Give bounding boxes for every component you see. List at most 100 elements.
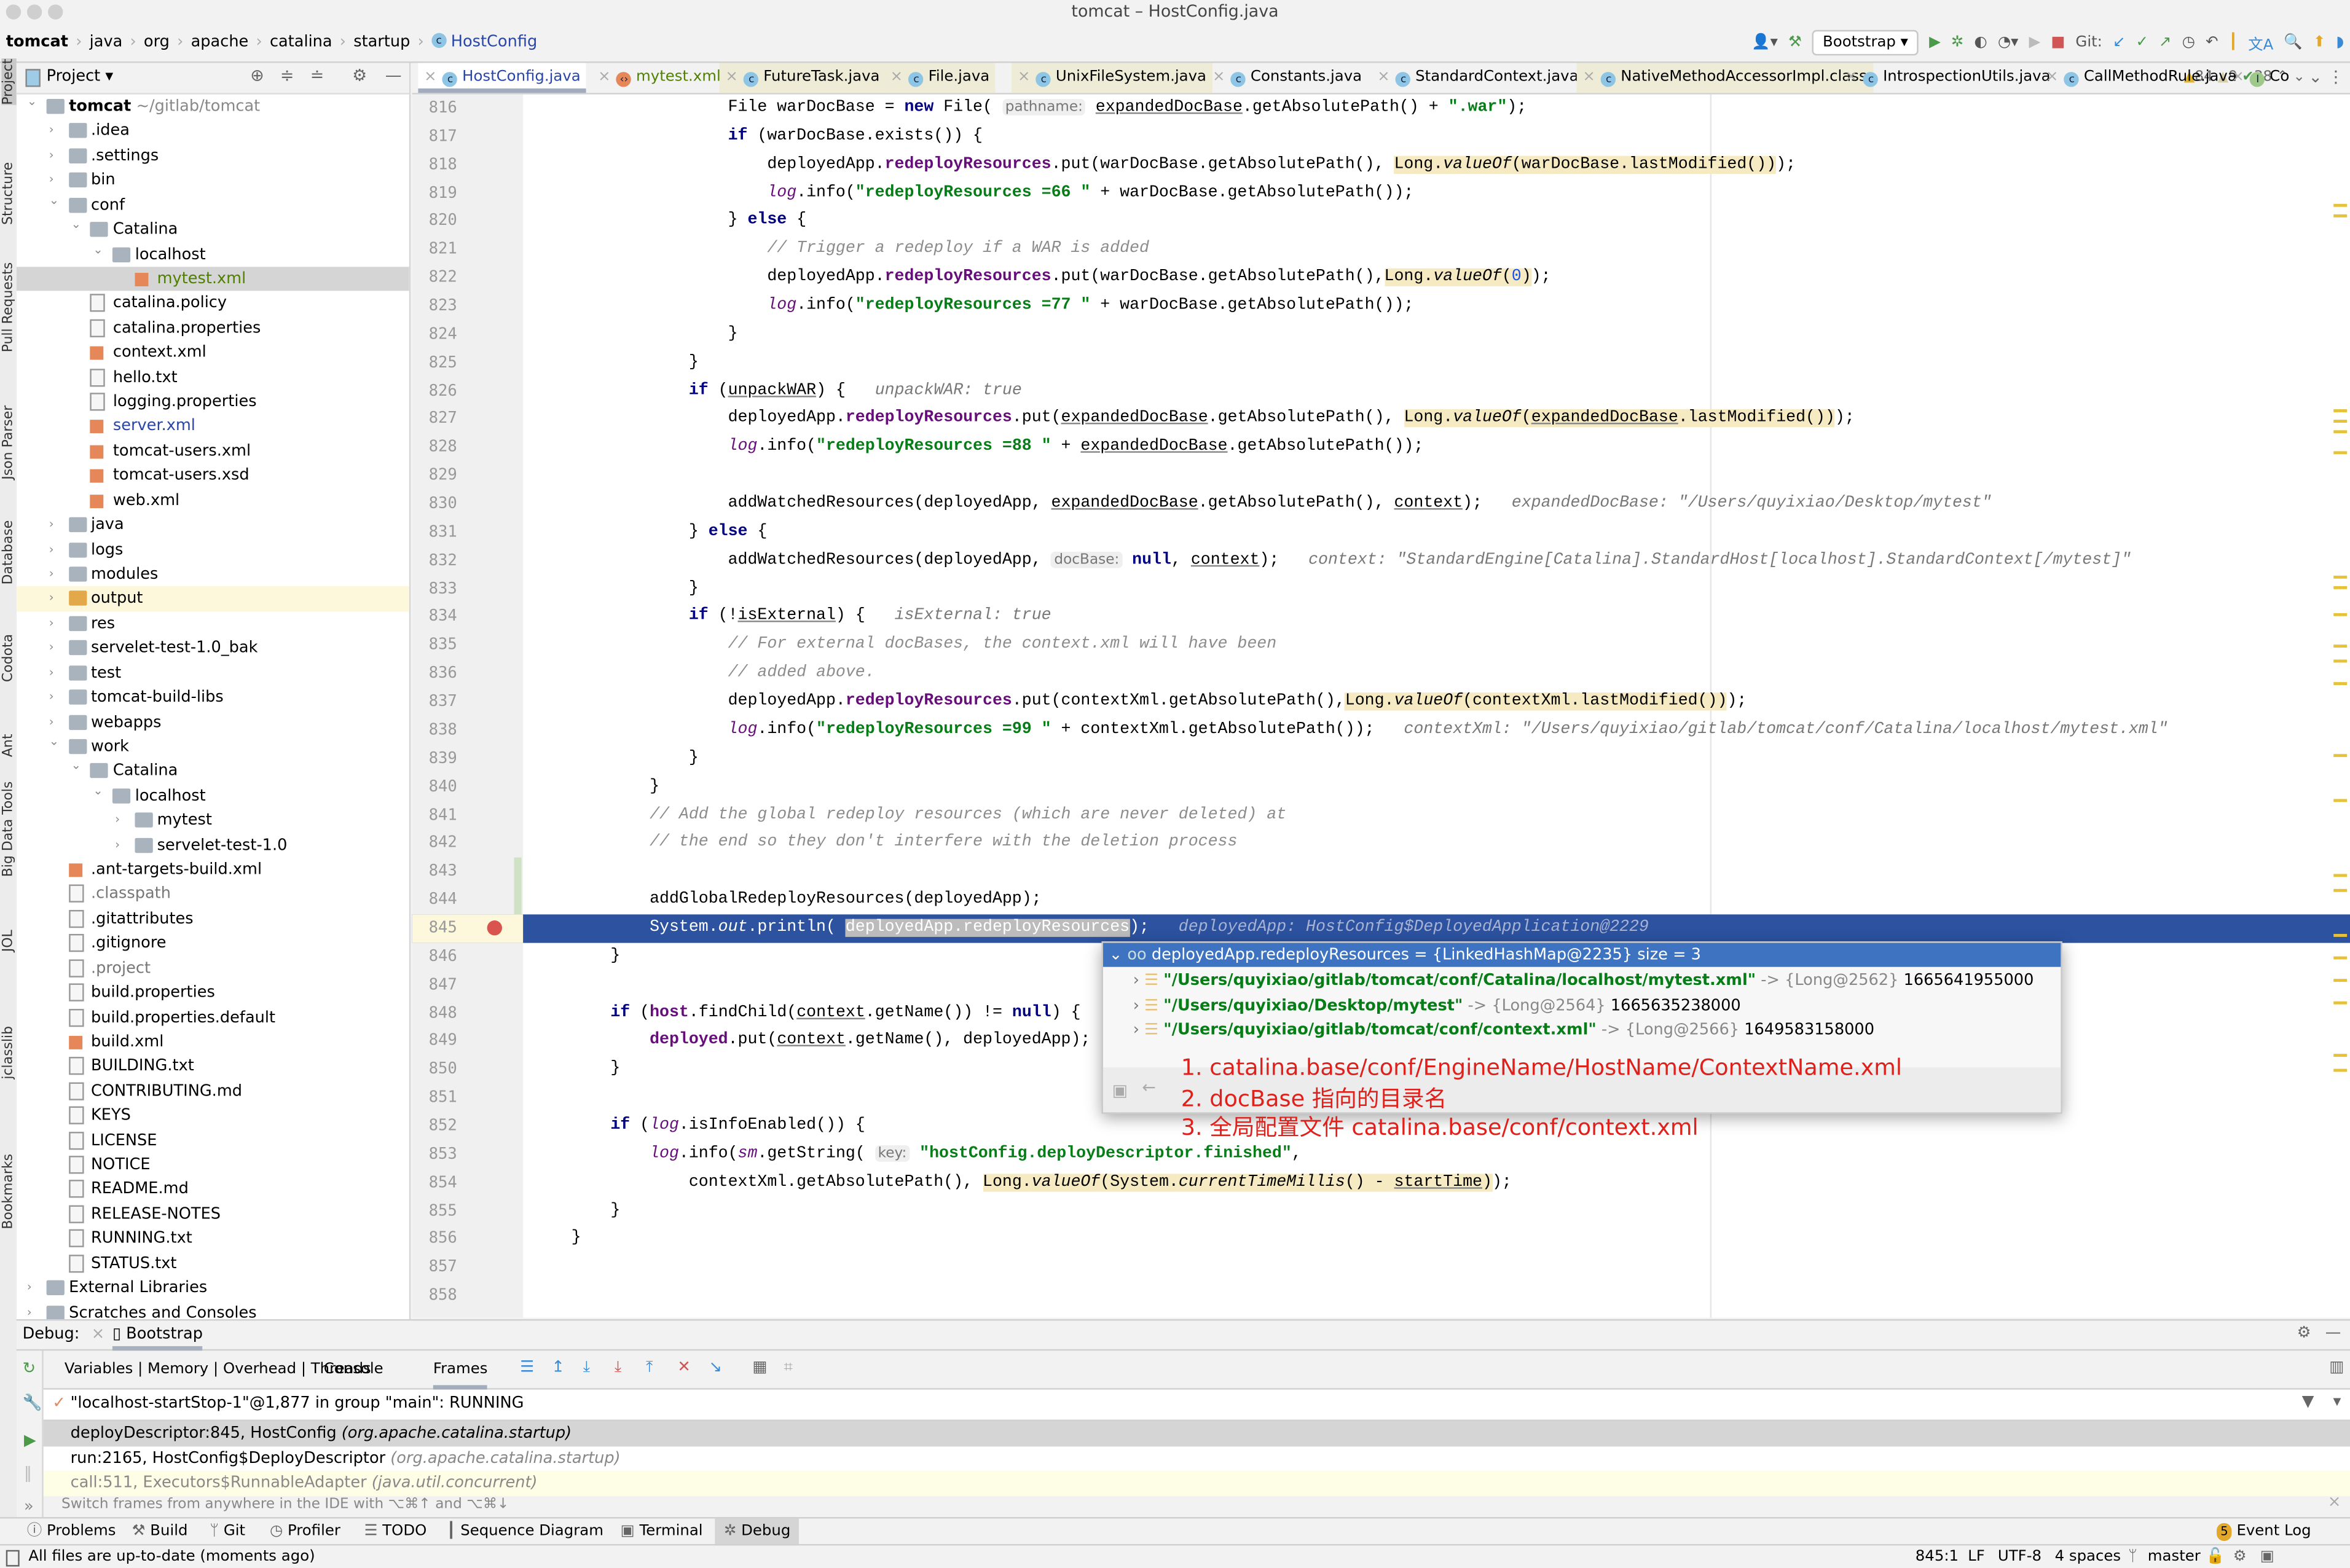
line-number[interactable]: 832 (412, 547, 457, 575)
pause-icon[interactable]: ‖ (24, 1465, 32, 1483)
editor-tab[interactable]: × c NativeMethodAccessorImpl.class (1576, 63, 1873, 93)
chevron-right-icon[interactable]: › (115, 808, 120, 833)
tree-item[interactable]: ⌄ tomcat ~/gitlab/tomcat (17, 95, 409, 119)
translate-icon[interactable]: 文A (2248, 31, 2273, 54)
chevron-down-icon[interactable]: ⌄ (93, 779, 103, 804)
warning-mark[interactable] (2333, 888, 2348, 892)
debug-tab[interactable]: Console (324, 1361, 383, 1378)
line-number[interactable]: 848 (412, 999, 457, 1027)
tool-tab-terminal[interactable]: ▣ Terminal (621, 1519, 703, 1546)
tree-item[interactable]: › .settings (17, 144, 409, 168)
line-number[interactable]: 839 (412, 745, 457, 773)
resume-icon[interactable]: ▶ (24, 1432, 36, 1449)
line-number[interactable]: 844 (412, 886, 457, 914)
debug-icon[interactable]: ✲ (1951, 34, 1963, 51)
tree-item[interactable]: › bin (17, 168, 409, 193)
chevron-right-icon[interactable]: › (27, 1276, 32, 1301)
tree-item[interactable]: › mytest (17, 808, 409, 833)
code-line[interactable]: 854 contextXml.getAbsolutePath(), Long.v… (412, 1169, 2350, 1197)
tree-item[interactable]: RELEASE-NOTES (17, 1202, 409, 1226)
profile-icon[interactable]: ◔▾ (1998, 34, 2019, 51)
hide-panel-icon[interactable]: — (385, 66, 402, 85)
tree-item[interactable]: mytest.xml (16, 267, 409, 292)
tree-item[interactable]: LICENSE (17, 1128, 409, 1153)
chevron-right-icon[interactable]: › (27, 1301, 32, 1319)
tree-item[interactable]: tomcat-users.xml (17, 439, 409, 464)
line-number[interactable]: 834 (412, 603, 457, 632)
gear-icon[interactable]: ⚙ (2297, 1323, 2311, 1341)
line-number[interactable]: 852 (412, 1112, 457, 1140)
drop-frame-icon[interactable]: ✕ (677, 1358, 690, 1376)
code-line[interactable]: 823 log.info("redeployResources =77 " + … (412, 292, 2350, 321)
tree-item[interactable]: CONTRIBUTING.md (17, 1079, 409, 1103)
tool-window-big-data-tools[interactable]: Big Data Tools (1, 782, 16, 877)
code-line[interactable]: 832 addWatchedResources(deployedApp, doc… (412, 547, 2350, 575)
editor-tab[interactable]: × c UnixFileSystem.java (1012, 63, 1212, 93)
line-number[interactable]: 820 (412, 208, 457, 236)
tree-item[interactable]: › java (17, 513, 409, 538)
vcs-change-marker[interactable] (514, 858, 522, 915)
line-number[interactable]: 841 (412, 801, 457, 829)
code-line[interactable]: 838 log.info("redeployResources =99 " + … (412, 716, 2350, 745)
line-number[interactable]: 858 (412, 1282, 457, 1310)
line-number[interactable]: 817 (412, 123, 457, 151)
chevron-down-icon[interactable]: ⌄ (49, 730, 59, 755)
thread-selector[interactable]: ✓ "localhost-startStop-1"@1,877 in group… (43, 1389, 2350, 1421)
code-line[interactable]: 834 if (!isExternal) { isExternal: true (412, 603, 2350, 632)
tool-tab-problems[interactable]: ⓘ Problems (27, 1519, 116, 1546)
editor-tab[interactable]: × c HostConfig.java (418, 63, 587, 93)
code-line[interactable]: 841 // Add the global redeploy resources… (412, 801, 2350, 829)
breadcrumb-item[interactable]: apache (191, 33, 249, 51)
step-into-icon[interactable]: ⤓ (615, 1358, 621, 1378)
warning-mark[interactable] (2333, 956, 2348, 960)
tree-item[interactable]: › webapps (17, 710, 409, 734)
line-number[interactable]: 818 (412, 151, 457, 179)
line-number[interactable]: 829 (412, 462, 457, 490)
tree-item[interactable]: tomcat-users.xsd (17, 464, 409, 488)
tree-item[interactable]: README.md (17, 1177, 409, 1202)
warning-mark[interactable] (2333, 214, 2348, 218)
event-log-button[interactable]: 5 Event Log (2217, 1519, 2311, 1546)
line-number[interactable]: 847 (412, 971, 457, 999)
tree-item[interactable]: web.xml (17, 488, 409, 513)
tree-item[interactable]: context.xml (17, 340, 409, 365)
warning-mark[interactable] (2333, 799, 2348, 802)
chevron-right-icon[interactable]: › (49, 513, 54, 538)
tree-item[interactable]: › output (16, 586, 409, 611)
warning-mark[interactable] (2333, 586, 2348, 589)
code-line[interactable]: 857 (412, 1253, 2350, 1282)
chevron-right-icon[interactable]: › (1133, 996, 1144, 1014)
line-number[interactable]: 854 (412, 1169, 457, 1197)
tool-window-project[interactable]: Project (1, 58, 17, 105)
git-update-icon[interactable]: ↙ (2113, 34, 2125, 51)
code-line[interactable]: 858 (412, 1282, 2350, 1310)
line-number[interactable]: 826 (412, 377, 457, 406)
tool-tab-debug[interactable]: ✲ Debug (715, 1518, 800, 1546)
line-number[interactable]: 850 (412, 1056, 457, 1084)
popup-entry[interactable]: › ☰ "/Users/quyixiao/Desktop/mytest" -> … (1133, 993, 1741, 1017)
git-commit-icon[interactable]: ✓ (2136, 34, 2148, 51)
pin-icon[interactable]: ▣ (1112, 1081, 1128, 1100)
tree-item[interactable]: RUNNING.txt (17, 1227, 409, 1252)
warning-mark[interactable] (2333, 1068, 2348, 1072)
layout-settings-icon[interactable]: ▥ (2329, 1358, 2344, 1376)
code-line[interactable]: 818 deployedApp.redeployResources.put(wa… (412, 151, 2350, 179)
editor-tab[interactable]: × I Co (2226, 63, 2295, 93)
code-line[interactable]: 853 log.info(sm.getString( key: "hostCon… (412, 1140, 2350, 1169)
warning-mark[interactable] (2333, 1001, 2348, 1005)
tree-item[interactable]: BUILDING.txt (17, 1054, 409, 1079)
back-arrow-icon[interactable]: ← (1142, 1078, 1155, 1097)
tool-tab-build[interactable]: ⚒ Build (132, 1519, 188, 1546)
code-line[interactable]: 820 } else { (412, 208, 2350, 236)
line-number[interactable]: 853 (412, 1140, 457, 1169)
line-number[interactable]: 816 (412, 95, 457, 123)
breadcrumb-item[interactable]: java (90, 33, 123, 51)
chevron-down-icon[interactable]: ⌄ (71, 755, 81, 779)
code-line[interactable]: 837 deployedApp.redeployResources.put(co… (412, 688, 2350, 716)
tool-window-bookmarks[interactable]: Bookmarks (1, 1154, 16, 1229)
more-icon[interactable]: » (24, 1497, 34, 1515)
tree-item[interactable]: .classpath (17, 882, 409, 907)
breadcrumb-item[interactable]: catalina (270, 33, 332, 51)
line-number[interactable]: 846 (412, 943, 457, 971)
line-separator[interactable]: LF (1968, 1545, 1985, 1568)
